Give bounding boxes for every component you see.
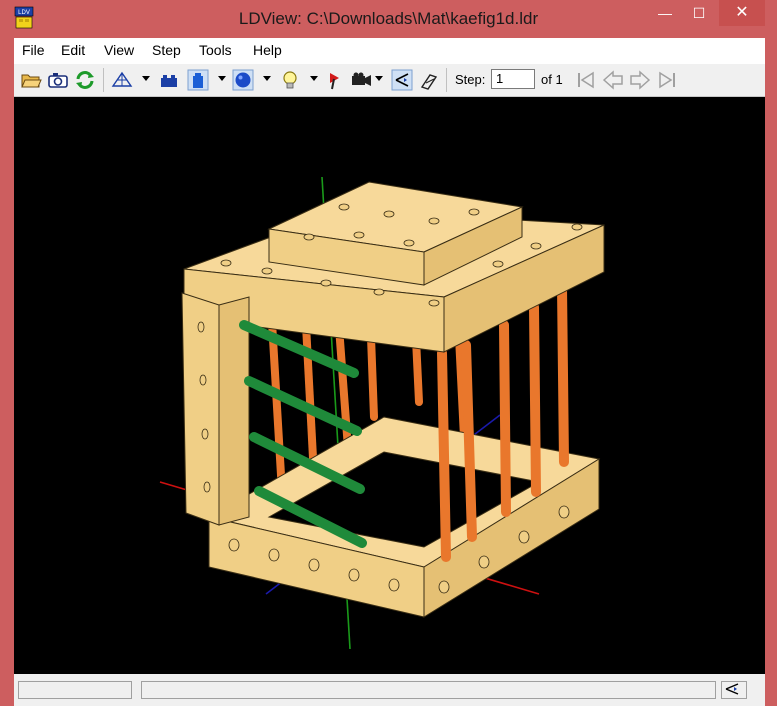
status-pane-main — [141, 681, 716, 699]
camera-dropdown-arrow[interactable] — [375, 76, 383, 81]
blue-sphere-icon[interactable] — [232, 69, 254, 91]
desktop-background-strip — [0, 706, 777, 720]
brick-dropdown-arrow[interactable] — [218, 76, 226, 81]
ldview-window: LDV LDView: C:\Downloads\Mat\kaefig1d.ld… — [0, 0, 777, 720]
camera-view-icon[interactable] — [350, 69, 372, 91]
last-step-icon[interactable] — [656, 69, 678, 91]
lego-brick-icon[interactable] — [158, 69, 180, 91]
menu-file[interactable]: File — [22, 42, 45, 58]
minimize-button[interactable]: — — [648, 0, 682, 26]
menu-help[interactable]: Help — [253, 42, 282, 58]
latlong-rotation-icon[interactable] — [722, 682, 744, 696]
menu-tools[interactable]: Tools — [199, 42, 232, 58]
blue-brick-icon[interactable] — [187, 69, 209, 91]
sphere-dropdown-arrow[interactable] — [263, 76, 271, 81]
menu-edit[interactable]: Edit — [61, 42, 85, 58]
maximize-button[interactable]: ☐ — [682, 0, 716, 26]
wireframe-dropdown-arrow[interactable] — [142, 76, 150, 81]
menu-view[interactable]: View — [104, 42, 134, 58]
menu-bar: File Edit View Step Tools Help — [14, 38, 765, 64]
menu-step[interactable]: Step — [152, 42, 181, 58]
lighting-dropdown-arrow[interactable] — [310, 76, 318, 81]
previous-step-icon[interactable] — [602, 69, 624, 91]
left-wall — [181, 292, 250, 526]
toolbar-separator — [103, 68, 104, 92]
screenshot-camera-icon[interactable] — [47, 69, 69, 91]
step-input[interactable]: 1 — [491, 69, 535, 89]
wireframe-icon[interactable] — [111, 69, 133, 91]
toolbar-separator — [446, 68, 447, 92]
step-label: Step: — [455, 72, 486, 87]
lightbulb-icon[interactable] — [279, 69, 301, 91]
3d-model-viewport[interactable] — [14, 97, 765, 674]
title-bar[interactable]: LDV LDView: C:\Downloads\Mat\kaefig1d.ld… — [0, 0, 777, 38]
axes-icon[interactable] — [391, 69, 413, 91]
status-bar — [14, 674, 765, 706]
first-step-icon[interactable] — [575, 69, 597, 91]
status-pane-left — [18, 681, 132, 699]
edges-icon[interactable] — [418, 69, 440, 91]
reload-icon[interactable] — [74, 69, 96, 91]
latlong-rotation-pane[interactable] — [721, 681, 747, 699]
step-of-label: of 1 — [541, 72, 563, 87]
next-step-icon[interactable] — [629, 69, 651, 91]
bfc-icon[interactable] — [325, 69, 347, 91]
open-folder-icon[interactable] — [20, 69, 42, 91]
cage-model-render — [159, 176, 605, 650]
close-button[interactable]: ✕ — [719, 0, 765, 26]
toolbar: Step: 1 of 1 — [14, 64, 765, 97]
